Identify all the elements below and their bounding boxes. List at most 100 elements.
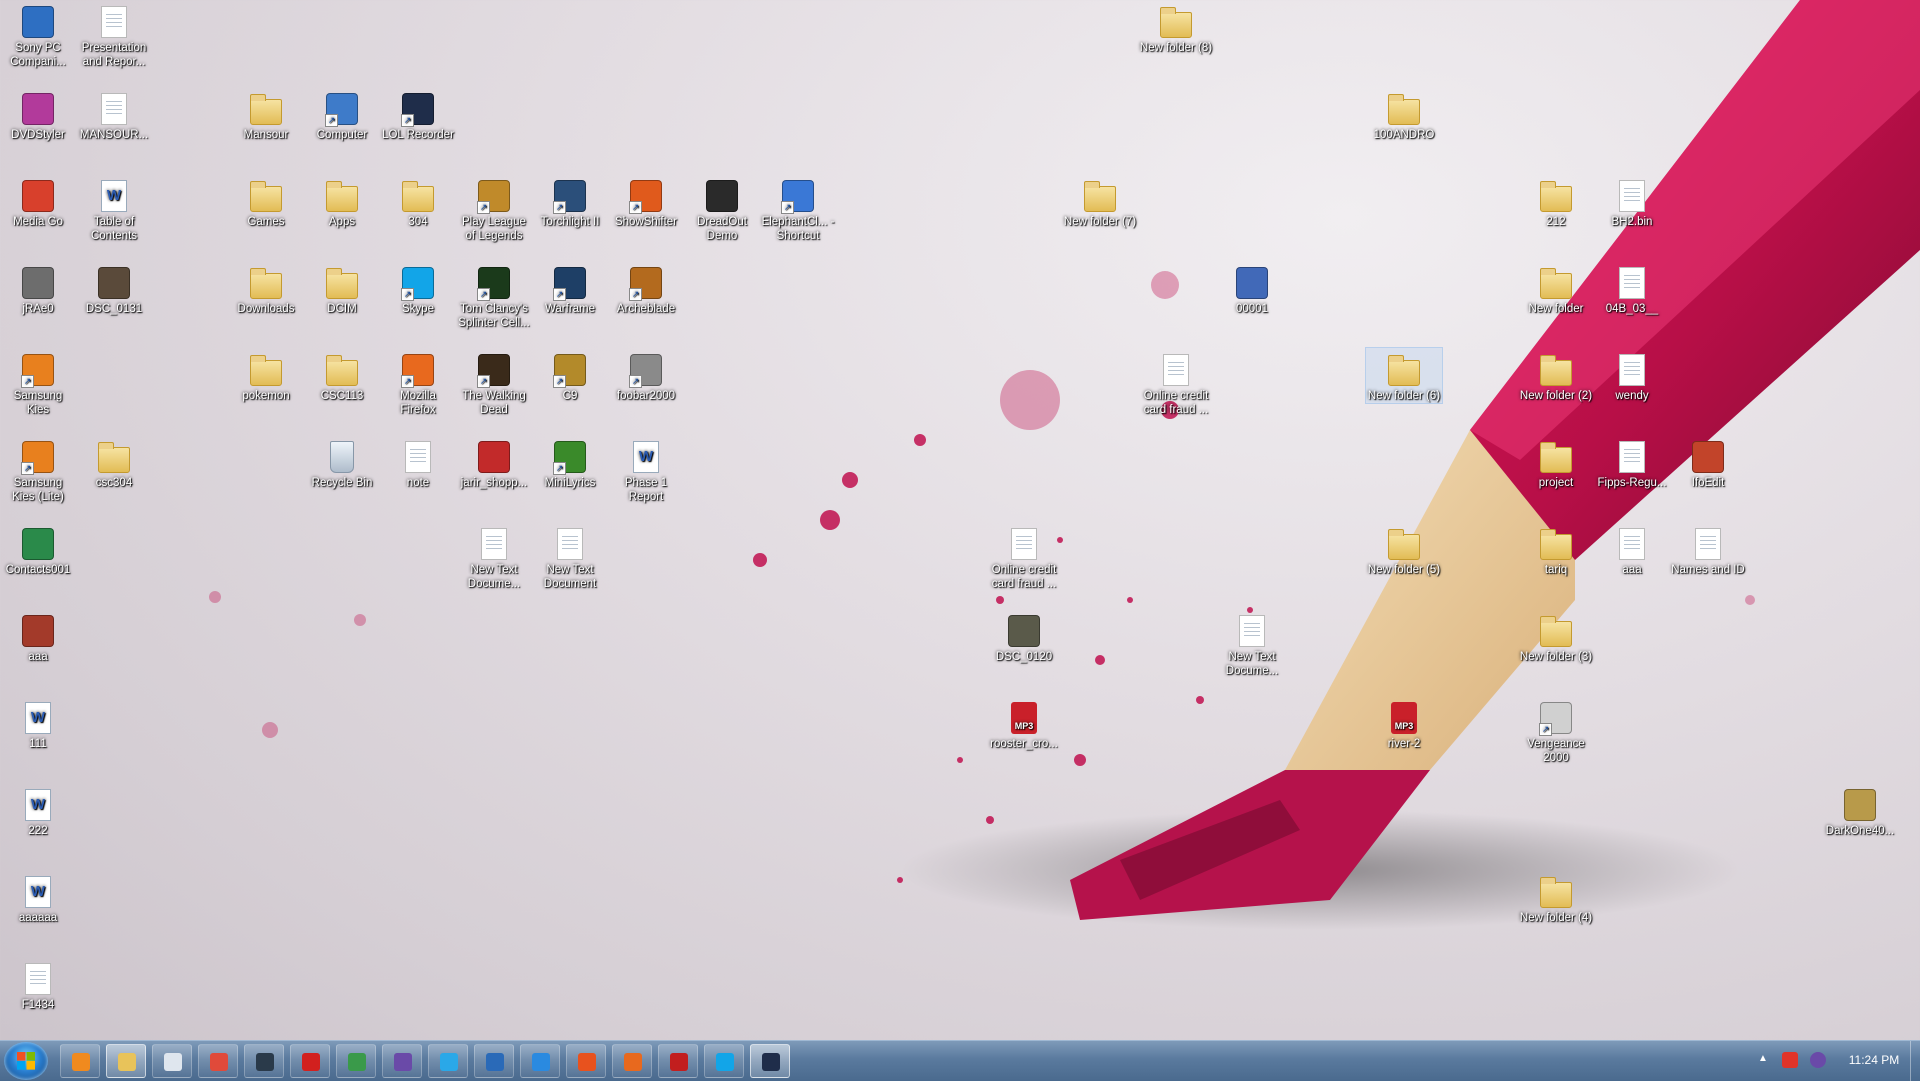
desktop-icon[interactable]: note — [380, 435, 456, 490]
desktop-icon[interactable]: MP3 rooster_cro... — [986, 696, 1062, 751]
desktop-icon[interactable]: New folder (3) — [1518, 609, 1594, 664]
desktop-icon[interactable]: New folder (8) — [1138, 0, 1214, 55]
show-desktop-button[interactable] — [1910, 1041, 1920, 1081]
tray-app-icon[interactable] — [1810, 1052, 1826, 1068]
taskbar-button[interactable] — [474, 1044, 514, 1078]
desktop-icon[interactable]: Games — [228, 174, 304, 229]
desktop-icon[interactable]: Sony PC Compani... — [0, 0, 76, 69]
desktop-icon[interactable]: F1434 — [0, 957, 76, 1012]
taskbar-clock[interactable]: 11:24 PM — [1834, 1053, 1914, 1067]
taskbar-button[interactable] — [750, 1044, 790, 1078]
desktop-icon[interactable]: Online credit card fraud ... — [986, 522, 1062, 591]
desktop-icon[interactable]: 304 — [380, 174, 456, 229]
taskbar-button[interactable] — [428, 1044, 468, 1078]
taskbar-button[interactable] — [336, 1044, 376, 1078]
desktop-icon[interactable]: Torchlight II — [532, 174, 608, 229]
desktop-icon[interactable]: 00001 — [1214, 261, 1290, 316]
start-button[interactable] — [4, 1042, 48, 1080]
desktop-icon[interactable]: Samsung Kies — [0, 348, 76, 417]
desktop-icon[interactable]: 04B_03__ — [1594, 261, 1670, 316]
desktop-icon[interactable]: C9 — [532, 348, 608, 403]
desktop-icon[interactable]: LOL Recorder — [380, 87, 456, 142]
taskbar-button[interactable] — [152, 1044, 192, 1078]
application-icon — [629, 267, 662, 301]
desktop-icon[interactable]: Media Go — [0, 174, 76, 229]
desktop-icon[interactable]: Warframe — [532, 261, 608, 316]
desktop-icon[interactable]: W Table of Contents — [76, 174, 152, 243]
desktop-icon[interactable]: New Text Document — [532, 522, 608, 591]
desktop-icon[interactable]: Fipps-Regu... — [1594, 435, 1670, 490]
desktop-icon[interactable]: ShowShifter — [608, 174, 684, 229]
desktop-icon[interactable]: W 111 — [0, 696, 76, 751]
taskbar-button[interactable] — [60, 1044, 100, 1078]
desktop-icon[interactable]: Apps — [304, 174, 380, 229]
desktop-icon[interactable]: tariq — [1518, 522, 1594, 577]
desktop-icon[interactable]: MP3 river-2 — [1366, 696, 1442, 751]
desktop-icon[interactable]: pokemon — [228, 348, 304, 403]
desktop-icon[interactable]: Play League of Legends — [456, 174, 532, 243]
desktop-icon[interactable]: aaa — [1594, 522, 1670, 577]
desktop-icon[interactable]: Vengeance 2000 — [1518, 696, 1594, 765]
desktop-icon[interactable]: Computer — [304, 87, 380, 142]
taskbar-button[interactable] — [612, 1044, 652, 1078]
desktop-icon[interactable]: Tom Clancy's Splinter Cell... — [456, 261, 532, 330]
desktop-icon[interactable]: Archeblade — [608, 261, 684, 316]
desktop-icon[interactable]: Recycle Bin — [304, 435, 380, 490]
desktop-icon[interactable]: Waaaaaa — [0, 870, 76, 925]
desktop-icon[interactable]: New folder (7) — [1062, 174, 1138, 229]
desktop-icon[interactable]: The Walking Dead — [456, 348, 532, 417]
taskbar-button[interactable] — [244, 1044, 284, 1078]
desktop-icon[interactable]: New folder (5) — [1366, 522, 1442, 577]
desktop-icon[interactable]: Names and ID — [1670, 522, 1746, 577]
tray-network-icon[interactable] — [1782, 1052, 1798, 1068]
desktop-icon[interactable]: Mansour — [228, 87, 304, 142]
desktop-icon[interactable]: New folder (6) — [1365, 347, 1443, 404]
desktop-icon[interactable]: foobar2000 — [608, 348, 684, 403]
desktop-icon[interactable]: Samsung Kies (Lite) — [0, 435, 76, 504]
application-icon — [1236, 267, 1268, 299]
show-hidden-icons-chevron-icon[interactable]: ▲ — [1758, 1053, 1768, 1064]
desktop-icon[interactable]: ElephantCl... - Shortcut — [760, 174, 836, 243]
desktop-icon[interactable]: BH2.bin — [1594, 174, 1670, 229]
desktop-icon[interactable]: New folder — [1518, 261, 1594, 316]
taskbar-button[interactable] — [520, 1044, 560, 1078]
desktop-icon[interactable]: 100ANDRO — [1366, 87, 1442, 142]
desktop-icon[interactable]: New folder (2) — [1518, 348, 1594, 403]
desktop-icon[interactable]: jarir_shopp... — [456, 435, 532, 490]
taskbar-button[interactable] — [382, 1044, 422, 1078]
desktop-icon[interactable]: aaa — [0, 609, 76, 664]
desktop-icon[interactable]: New folder (4) — [1518, 870, 1594, 925]
desktop-icon[interactable]: 212 — [1518, 174, 1594, 229]
desktop-icon[interactable]: W Phase 1 Report — [608, 435, 684, 504]
desktop-icon[interactable]: Mozilla Firefox — [380, 348, 456, 417]
desktop-icon[interactable]: New Text Docume... — [1214, 609, 1290, 678]
taskbar-button[interactable] — [290, 1044, 330, 1078]
taskbar-button[interactable] — [658, 1044, 698, 1078]
desktop-icon[interactable]: DVDStyler — [0, 87, 76, 142]
desktop-icon[interactable]: Contacts001 — [0, 522, 76, 577]
desktop-icon[interactable]: DCIM — [304, 261, 380, 316]
desktop-icon[interactable]: W 222 — [0, 783, 76, 838]
desktop-icon[interactable]: Downloads — [228, 261, 304, 316]
desktop-icon[interactable]: DarkOne40... — [1822, 783, 1898, 838]
desktop-icon[interactable]: DSC_0120 — [986, 609, 1062, 664]
desktop-icon[interactable]: project — [1518, 435, 1594, 490]
folder-icon — [1540, 877, 1572, 908]
taskbar-button[interactable] — [704, 1044, 744, 1078]
desktop-icon[interactable]: CSC113 — [304, 348, 380, 403]
taskbar-button[interactable] — [566, 1044, 606, 1078]
desktop-icon[interactable]: IfoEdit — [1670, 435, 1746, 490]
desktop-icon[interactable]: jRAe0 — [0, 261, 76, 316]
taskbar-button[interactable] — [106, 1044, 146, 1078]
desktop-icon[interactable]: New Text Docume... — [456, 522, 532, 591]
desktop-icon[interactable]: MANSOUR... — [76, 87, 152, 142]
desktop-icon[interactable]: Presentation and Repor... — [76, 0, 152, 69]
desktop-icon[interactable]: Skype — [380, 261, 456, 316]
desktop-icon[interactable]: DreadOut Demo — [684, 174, 760, 243]
desktop-icon[interactable]: MiniLyrics — [532, 435, 608, 490]
desktop-icon[interactable]: Online credit card fraud ... — [1138, 348, 1214, 417]
desktop-icon[interactable]: wendy — [1594, 348, 1670, 403]
desktop-icon[interactable]: csc304 — [76, 435, 152, 490]
desktop-icon[interactable]: DSC_0131 — [76, 261, 152, 316]
taskbar-button[interactable] — [198, 1044, 238, 1078]
